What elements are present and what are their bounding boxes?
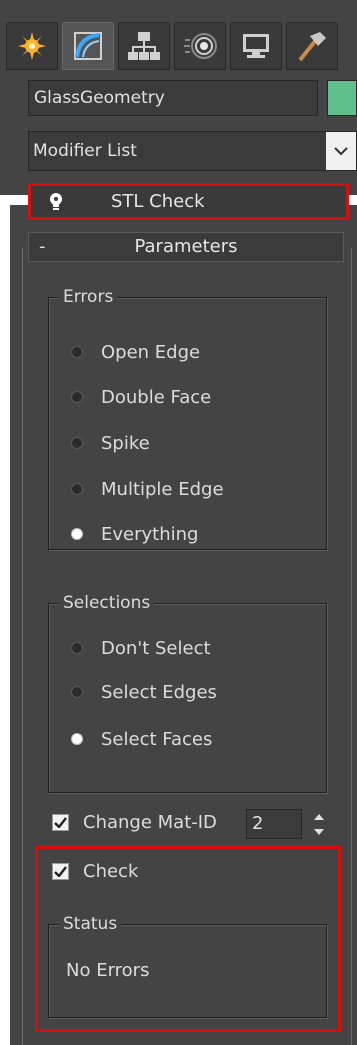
radio-label: Open Edge [101, 341, 201, 363]
check-checkbox[interactable] [52, 863, 69, 880]
tab-hierarchy[interactable] [118, 22, 170, 70]
radio-open-edge[interactable]: Open Edge [72, 339, 200, 365]
screenshot-margin [0, 195, 10, 1045]
display-icon [243, 34, 269, 58]
status-text: No Errors [66, 960, 150, 981]
radio-button-selected[interactable] [72, 529, 82, 539]
radio-button[interactable] [72, 643, 82, 653]
mat-id-input[interactable]: 2 [246, 809, 302, 839]
modify-icon [74, 32, 102, 60]
command-panel-tabs [6, 22, 357, 72]
motion-icon [184, 33, 217, 59]
checkmark-icon [54, 866, 67, 877]
modifier-list-label: Modifier List [33, 141, 137, 161]
check-label: Check [83, 861, 139, 882]
modifier-stack-item[interactable]: STL Check [28, 183, 349, 220]
radio-label: Everything [101, 523, 199, 545]
lightbulb-icon [50, 193, 62, 210]
radio-select-edges[interactable]: Select Edges [72, 679, 217, 705]
selections-group-title: Selections [59, 591, 155, 615]
dropdown-arrow[interactable] [326, 132, 356, 170]
radio-spike[interactable]: Spike [72, 430, 150, 456]
create-icon [18, 32, 46, 60]
tab-utilities[interactable] [286, 22, 338, 70]
tab-display[interactable] [230, 22, 282, 70]
tab-create[interactable] [6, 22, 58, 70]
spinner-down-icon[interactable] [308, 824, 330, 839]
hierarchy-icon [128, 32, 160, 60]
radio-button[interactable] [72, 438, 82, 448]
errors-group: Errors [48, 285, 327, 550]
chevron-down-icon [334, 147, 348, 156]
radio-button[interactable] [72, 392, 82, 402]
object-name-field[interactable]: GlassGeometry [28, 80, 318, 116]
radio-label: Spike [101, 432, 150, 454]
radio-double-face[interactable]: Double Face [72, 384, 211, 410]
radio-multiple-edge[interactable]: Multiple Edge [72, 476, 224, 502]
rollout-title: Parameters [134, 236, 238, 257]
radio-button[interactable] [72, 687, 82, 697]
check-row[interactable]: Check [52, 861, 138, 882]
checkmark-icon [54, 817, 67, 828]
mat-id-spinner[interactable] [308, 809, 330, 839]
change-mat-id-row[interactable]: Change Mat-ID [52, 812, 217, 833]
tab-modify[interactable] [62, 22, 114, 70]
modifier-stack-label: STL Check [111, 191, 205, 212]
radio-button-selected[interactable] [72, 734, 82, 744]
change-mat-id-checkbox[interactable] [52, 814, 69, 831]
parameters-rollout-header[interactable]: Parameters - [28, 232, 344, 262]
radio-label: Select Faces [101, 728, 213, 750]
tab-motion[interactable] [174, 22, 226, 70]
change-mat-id-label: Change Mat-ID [83, 812, 217, 833]
radio-label: Multiple Edge [101, 478, 224, 500]
status-group-title: Status [59, 912, 122, 936]
radio-button[interactable] [72, 484, 82, 494]
radio-everything[interactable]: Everything [72, 521, 198, 547]
spinner-up-icon[interactable] [308, 809, 330, 824]
radio-button[interactable] [72, 347, 82, 357]
radio-label: Double Face [101, 386, 212, 408]
utilities-icon [298, 32, 326, 62]
radio-select-faces[interactable]: Select Faces [72, 726, 212, 752]
object-color-swatch[interactable] [327, 80, 357, 116]
modifier-list-dropdown[interactable]: Modifier List [28, 131, 357, 171]
radio-label: Select Edges [101, 681, 217, 703]
collapse-toggle[interactable]: - [39, 233, 46, 261]
radio-dont-select[interactable]: Don't Select [72, 635, 211, 661]
radio-label: Don't Select [101, 637, 211, 659]
errors-group-title: Errors [59, 285, 118, 309]
